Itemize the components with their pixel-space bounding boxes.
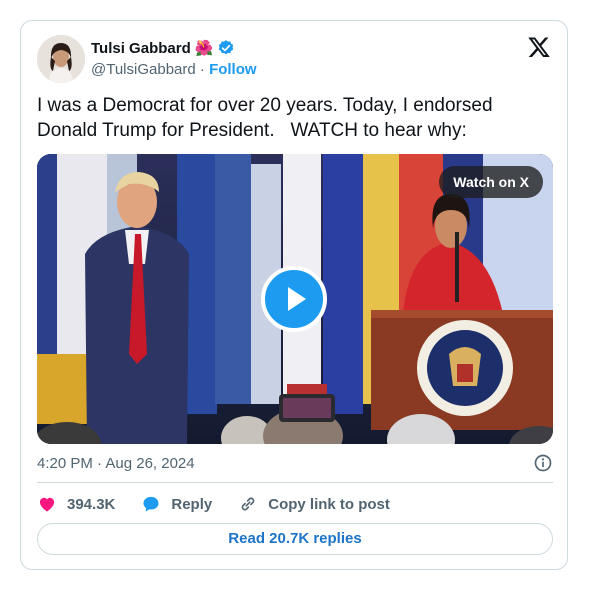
like-button[interactable]: 394.3K xyxy=(37,494,115,514)
action-bar: 394.3K Reply Copy link to post xyxy=(37,492,390,516)
play-button[interactable] xyxy=(261,266,327,332)
heart-icon xyxy=(39,497,55,512)
tweet-card[interactable]: Tulsi Gabbard 🌺 @TulsiGabbard · Follow I… xyxy=(20,20,568,570)
info-icon[interactable] xyxy=(533,453,553,473)
link-icon xyxy=(241,497,255,511)
play-icon xyxy=(288,287,306,311)
reply-button[interactable]: Reply xyxy=(141,494,212,514)
handle-separator: · xyxy=(199,61,205,78)
reply-label: Reply xyxy=(171,495,213,513)
divider xyxy=(37,482,553,483)
copy-link-button[interactable]: Copy link to post xyxy=(238,494,390,514)
read-replies-button[interactable]: Read 20.7K replies xyxy=(37,523,553,555)
reply-bubble-icon xyxy=(143,496,159,512)
flower-emoji: 🌺 xyxy=(194,39,214,57)
author-name[interactable]: Tulsi Gabbard xyxy=(91,40,191,57)
author-block: Tulsi Gabbard 🌺 @TulsiGabbard · Follow xyxy=(91,37,257,79)
author-handle[interactable]: @TulsiGabbard xyxy=(91,61,196,78)
avatar[interactable] xyxy=(37,35,85,83)
tweet-text: I was a Democrat for over 20 years. Toda… xyxy=(37,95,493,141)
video-media[interactable]: Watch on X xyxy=(37,154,553,444)
copy-link-label: Copy link to post xyxy=(268,495,390,513)
like-count: 394.3K xyxy=(67,495,116,513)
x-logo-icon[interactable] xyxy=(527,35,551,59)
timestamp-link[interactable]: 4:20 PM · Aug 26, 2024 xyxy=(37,455,195,472)
watch-on-x-button[interactable]: Watch on X xyxy=(439,166,543,198)
avatar-image xyxy=(37,35,85,83)
tweet-meta: 4:20 PM · Aug 26, 2024 xyxy=(37,453,553,473)
verified-badge-icon xyxy=(219,40,234,55)
follow-button[interactable]: Follow xyxy=(209,61,257,78)
